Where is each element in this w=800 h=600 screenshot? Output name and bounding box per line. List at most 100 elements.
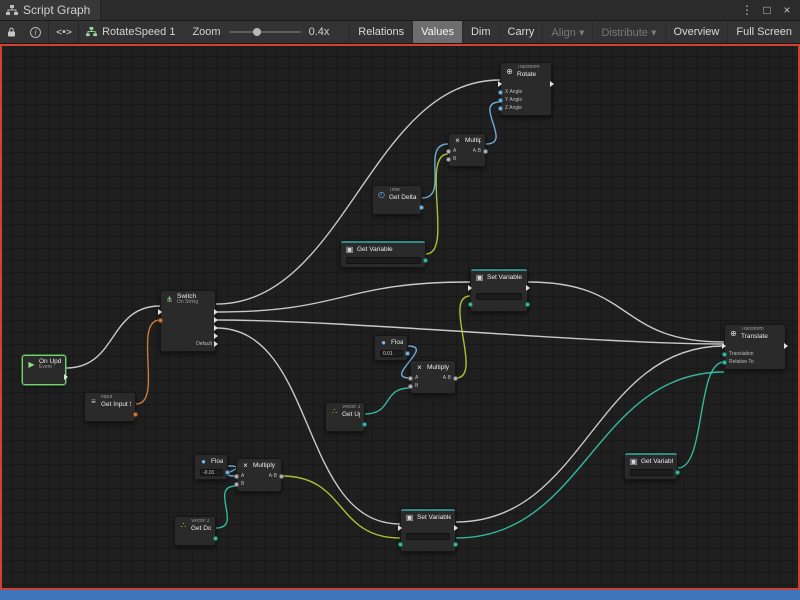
- node-switch-on-string[interactable]: ⋔ SwitchOn String Default: [160, 290, 216, 352]
- window-maximize-button[interactable]: □: [758, 3, 776, 17]
- node-on-update[interactable]: ▶ On UpdateEvent: [22, 355, 66, 385]
- edge-input-to-switch: [136, 320, 160, 404]
- node-float-001[interactable]: ● Float 0.01: [374, 335, 408, 361]
- branch-icon: ⋔: [165, 295, 174, 304]
- node-title: Get Input String: [101, 401, 131, 408]
- node-get-variable-top[interactable]: ▣ Get Variable: [340, 240, 426, 268]
- flow-port[interactable]: [214, 325, 218, 331]
- value-port[interactable]: [483, 149, 488, 154]
- value-port[interactable]: [408, 384, 413, 389]
- flow-port[interactable]: [214, 317, 218, 323]
- toolbar-button-values[interactable]: Values: [412, 21, 462, 43]
- node-get-input-string[interactable]: ≡ InputGet Input String: [84, 392, 136, 422]
- window-menu-button[interactable]: ⋮: [738, 3, 756, 17]
- value-port[interactable]: [423, 258, 428, 263]
- value-port[interactable]: [133, 412, 138, 417]
- info-icon[interactable]: i: [23, 21, 48, 43]
- node-translate[interactable]: ⊕ TransformTranslate TranslationRelative…: [724, 324, 786, 370]
- node-multiply-mid[interactable]: × Multiply AA·BB: [410, 360, 456, 394]
- node-field[interactable]: 0.01: [380, 350, 403, 357]
- node-field[interactable]: [346, 257, 421, 264]
- value-port[interactable]: [453, 376, 458, 381]
- toolbar-button-carry[interactable]: Carry: [499, 21, 543, 43]
- port-label: A: [241, 473, 244, 479]
- window-tab[interactable]: Script Graph: [0, 0, 101, 20]
- multiply-icon: ×: [241, 461, 250, 470]
- port-label: A·B: [269, 473, 277, 479]
- flow-port[interactable]: [550, 81, 554, 87]
- value-port[interactable]: [419, 205, 424, 210]
- fit-icon[interactable]: <•>: [49, 21, 78, 43]
- node-get-up[interactable]: ∴ Vector 3Get Up: [325, 402, 365, 432]
- value-port[interactable]: [225, 470, 230, 475]
- input-icon: ≡: [89, 397, 98, 406]
- node-get-variable-right[interactable]: ▣ Get Variable: [624, 452, 678, 480]
- node-field[interactable]: [476, 293, 522, 300]
- value-port[interactable]: [498, 90, 503, 95]
- edge-deltatime-to-multiply: [422, 144, 448, 198]
- zoom-slider-thumb[interactable]: [253, 28, 261, 36]
- value-port[interactable]: [158, 318, 163, 323]
- flow-port[interactable]: [454, 525, 458, 531]
- toolbar-button-align[interactable]: Align ▾: [542, 21, 592, 43]
- value-port[interactable]: [722, 360, 727, 365]
- bottom-accent-bar: [0, 590, 800, 600]
- value-port[interactable]: [453, 542, 458, 547]
- flow-port[interactable]: [214, 309, 218, 315]
- graph-canvas[interactable]: ▶ On UpdateEvent ≡ InputGet Input String…: [0, 44, 800, 590]
- zoom-slider[interactable]: [229, 26, 301, 38]
- port-label: Relative To: [729, 359, 754, 365]
- node-set-variable-bottom[interactable]: ▣ Set Variable: [400, 508, 456, 552]
- value-port[interactable]: [498, 98, 503, 103]
- value-port[interactable]: [408, 376, 413, 381]
- node-multiply-bottom[interactable]: × Multiply AA·BB: [236, 458, 282, 492]
- value-port[interactable]: [498, 106, 503, 111]
- node-float-minus-001[interactable]: ● Float -0.01: [194, 454, 228, 480]
- toolbar-button-relations[interactable]: Relations: [349, 21, 412, 43]
- window-close-button[interactable]: ×: [778, 3, 796, 17]
- flow-port[interactable]: [214, 333, 218, 339]
- flow-port[interactable]: [64, 374, 68, 380]
- node-set-variable-mid[interactable]: ▣ Set Variable: [470, 268, 528, 312]
- value-port[interactable]: [722, 352, 727, 357]
- toolbar-button-distribute[interactable]: Distribute ▾: [592, 21, 664, 43]
- node-get-delta-time[interactable]: ◴ TimeGet Delta Time: [372, 185, 422, 215]
- toolbar-button-overview[interactable]: Overview: [665, 21, 728, 43]
- value-port[interactable]: [405, 351, 410, 356]
- flow-port[interactable]: [158, 309, 162, 315]
- value-port[interactable]: [446, 157, 451, 162]
- window-title: Script Graph: [23, 3, 90, 17]
- value-port[interactable]: [446, 149, 451, 154]
- node-title: Set Variable: [487, 274, 522, 281]
- value-port[interactable]: [234, 482, 239, 487]
- flow-port[interactable]: [526, 285, 530, 291]
- node-rotate[interactable]: ⊕ TransformRotate X AngleY AngleZ Angle: [500, 62, 552, 116]
- value-port[interactable]: [675, 470, 680, 475]
- value-port[interactable]: [398, 542, 403, 547]
- flow-port[interactable]: [468, 285, 472, 291]
- value-port[interactable]: [525, 302, 530, 307]
- node-multiply-top[interactable]: × Multiply AA·BB: [448, 133, 486, 167]
- flow-port[interactable]: [722, 343, 726, 349]
- value-port[interactable]: [279, 474, 284, 479]
- flow-port[interactable]: [498, 81, 502, 87]
- node-field[interactable]: [630, 469, 673, 476]
- edge-switch-to-translate: [216, 320, 724, 344]
- graph-breadcrumb[interactable]: RotateSpeed 1: [79, 21, 182, 43]
- toolbar-button-full-screen[interactable]: Full Screen: [727, 21, 800, 43]
- node-get-down[interactable]: ∴ Vector 3Get Down: [174, 516, 216, 546]
- cube-icon: ▣: [475, 273, 484, 282]
- value-port[interactable]: [213, 536, 218, 541]
- zoom-slider-track[interactable]: [229, 31, 301, 33]
- value-port[interactable]: [468, 302, 473, 307]
- flow-port[interactable]: [784, 343, 788, 349]
- flow-port[interactable]: [398, 525, 402, 531]
- value-port[interactable]: [362, 422, 367, 427]
- lock-icon[interactable]: [0, 21, 23, 43]
- value-port[interactable]: [234, 474, 239, 479]
- node-field[interactable]: [406, 533, 450, 540]
- node-field[interactable]: -0.01: [200, 469, 223, 476]
- flow-port[interactable]: [214, 341, 218, 347]
- vector3-icon: ∴: [330, 407, 339, 416]
- toolbar-button-dim[interactable]: Dim: [462, 21, 499, 43]
